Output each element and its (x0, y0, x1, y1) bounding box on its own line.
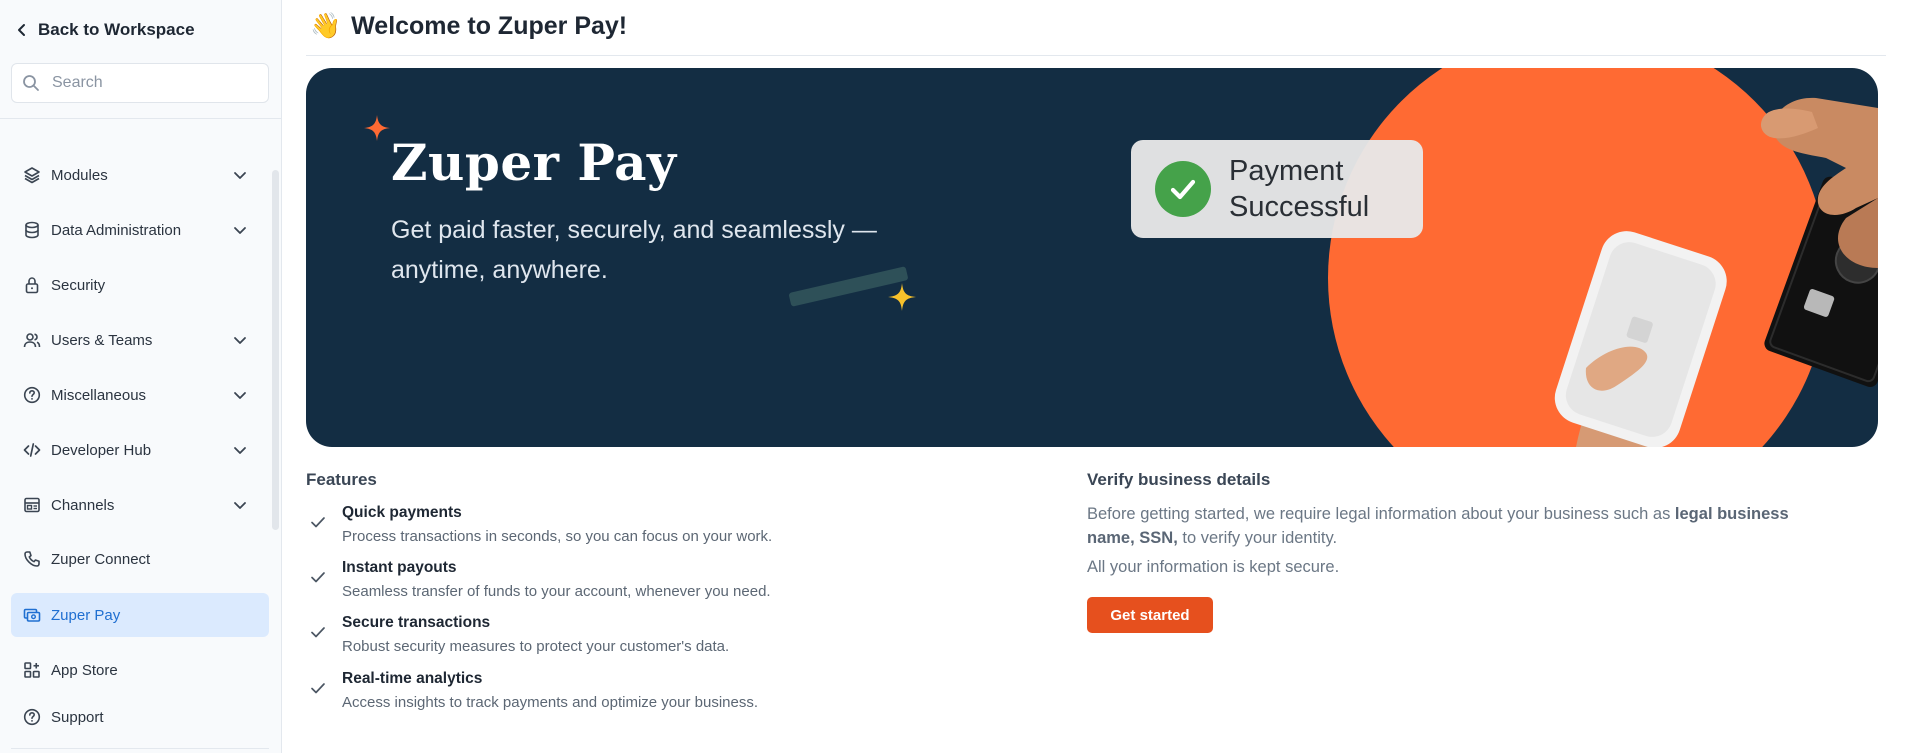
feature-description: Process transactions in seconds, so you … (342, 528, 773, 545)
sidebar-item-label: Developer Hub (51, 441, 152, 459)
sidebar-item-label: Data Administration (51, 221, 182, 239)
sidebar-item-zuper-pay[interactable]: Zuper Pay (11, 593, 269, 637)
database-icon (23, 221, 41, 239)
sidebar-item-modules[interactable]: Modules (11, 153, 269, 197)
features-section: Features Quick payments Process transact… (306, 470, 1026, 711)
pay-icon (23, 606, 41, 624)
card-payment-illustration (1554, 97, 1878, 447)
sidebar-item-label: Security (51, 276, 106, 294)
sidebar-scrollbar[interactable] (272, 170, 279, 530)
verify-description: Before getting started, we require legal… (1087, 502, 1827, 550)
sidebar-item-support[interactable]: Support (11, 695, 269, 739)
chevron-down-icon[interactable] (233, 443, 247, 457)
sidebar: Back to Workspace Modules Data Administr… (0, 0, 282, 753)
feature-title: Real-time analytics (342, 670, 483, 687)
channels-icon (23, 496, 41, 514)
verify-text-before: Before getting started, we require legal… (1087, 505, 1675, 523)
search-icon (23, 75, 39, 91)
payment-status-line1: Payment (1229, 155, 1344, 187)
back-to-workspace-link[interactable]: Back to Workspace (16, 20, 195, 40)
sidebar-item-label: Channels (51, 496, 115, 514)
feature-title: Secure transactions (342, 614, 491, 631)
sidebar-item-zuper-connect[interactable]: Zuper Connect (11, 537, 269, 581)
feature-description: Robust security measures to protect your… (342, 638, 730, 655)
chevron-down-icon[interactable] (233, 498, 247, 512)
chevron-down-icon[interactable] (233, 223, 247, 237)
check-icon (311, 572, 325, 583)
feature-description: Access insights to track payments and op… (342, 694, 759, 711)
feature-title: Quick payments (342, 504, 462, 521)
sidebar-item-label: App Store (51, 661, 118, 679)
sidebar-item-label: Zuper Pay (51, 606, 121, 624)
users-icon (23, 331, 41, 349)
sidebar-item-channels[interactable]: Channels (11, 483, 269, 527)
banner-subtitle: Get paid faster, securely, and seamlessl… (391, 216, 877, 284)
sidebar-item-label: Zuper Connect (51, 550, 151, 568)
waving-hand-icon: 👋 (310, 12, 342, 40)
code-icon (23, 441, 41, 459)
check-icon (311, 627, 325, 638)
sidebar-divider (0, 118, 282, 119)
search-box[interactable] (11, 63, 269, 103)
chevron-down-icon[interactable] (233, 388, 247, 402)
apps-icon (23, 661, 41, 679)
layers-icon (23, 166, 41, 184)
header-divider (306, 55, 1886, 56)
sparkle-icon (888, 283, 916, 311)
sidebar-item-users-teams[interactable]: Users & Teams (11, 318, 269, 362)
sidebar-item-label: Miscellaneous (51, 386, 147, 404)
payment-status-line2: Successful (1229, 191, 1370, 223)
search-input[interactable] (50, 73, 254, 93)
hero-banner: Zuper Pay Get paid faster, securely, and… (306, 68, 1878, 447)
check-icon (311, 517, 325, 528)
payment-status-text: Payment Successful (1229, 153, 1369, 225)
chevron-down-icon[interactable] (233, 333, 247, 347)
verify-section: Verify business details Before getting s… (1087, 470, 1847, 633)
help-circle-icon (23, 708, 41, 726)
chevron-down-icon[interactable] (233, 168, 247, 182)
sidebar-item-app-store[interactable]: App Store (11, 648, 269, 692)
back-to-workspace-label: Back to Workspace (38, 20, 195, 39)
sparkle-icon (364, 115, 390, 141)
verify-title: Verify business details (1087, 470, 1271, 489)
page-title: 👋 Welcome to Zuper Pay! (310, 12, 627, 41)
phone-icon (23, 550, 41, 568)
lock-icon (23, 276, 41, 294)
feature-description: Seamless transfer of funds to your accou… (342, 583, 771, 600)
sidebar-item-label: Support (51, 708, 104, 726)
sidebar-item-label: Users & Teams (51, 331, 153, 349)
sidebar-item-data-administration[interactable]: Data Administration (11, 208, 269, 252)
page-title-text: Welcome to Zuper Pay! (351, 12, 628, 40)
check-icon (311, 683, 325, 694)
check-circle-icon (1155, 161, 1211, 217)
verify-secure-note: All your information is kept secure. (1087, 558, 1340, 576)
sidebar-item-security[interactable]: Security (11, 263, 269, 307)
chevron-left-icon (18, 24, 25, 36)
get-started-button[interactable]: Get started (1087, 597, 1213, 633)
features-title: Features (306, 470, 377, 489)
feature-title: Instant payouts (342, 559, 457, 576)
sidebar-item-miscellaneous[interactable]: Miscellaneous (11, 373, 269, 417)
payment-successful-toast: Payment Successful (1131, 140, 1423, 238)
sidebar-divider (11, 748, 269, 749)
sidebar-item-developer-hub[interactable]: Developer Hub (11, 428, 269, 472)
sidebar-item-label: Modules (51, 166, 108, 184)
help-circle-icon (23, 386, 41, 404)
banner-title: Zuper Pay (391, 133, 677, 192)
verify-text-after: to verify your identity. (1177, 529, 1338, 547)
